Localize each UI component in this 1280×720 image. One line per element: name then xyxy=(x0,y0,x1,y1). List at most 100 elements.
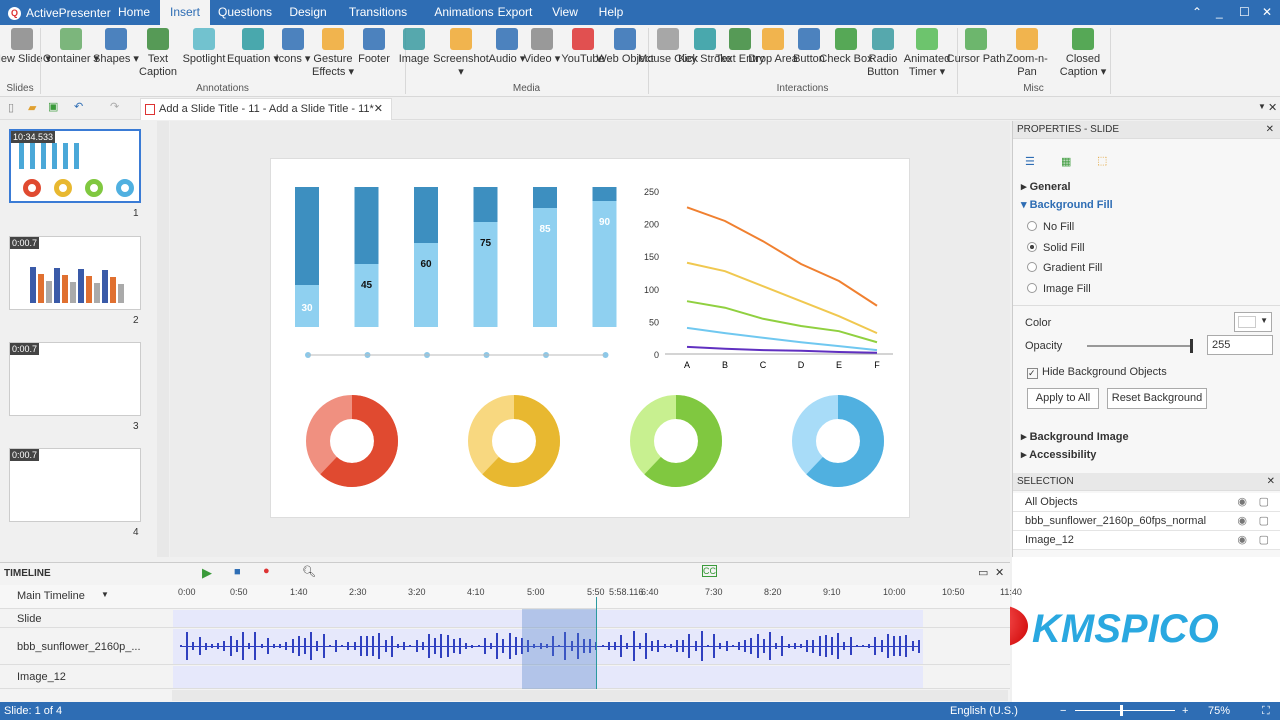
waveform-spike xyxy=(471,644,474,648)
menu-tab-transitions[interactable]: Transitions xyxy=(336,0,420,25)
fill-option-gradient-fill[interactable]: Gradient Fill xyxy=(1027,262,1102,274)
slide-thumbnail[interactable]: 0:00.7 xyxy=(9,342,141,416)
thumb-bar xyxy=(46,281,52,303)
playhead[interactable] xyxy=(596,597,597,689)
visibility-icon[interactable]: ◉ xyxy=(1237,495,1247,508)
radio-icon[interactable] xyxy=(1027,241,1037,252)
opacity-slider[interactable] xyxy=(1087,339,1193,353)
waveform-spike xyxy=(769,631,771,661)
fit-icon[interactable]: ⛶ xyxy=(1262,702,1270,720)
zoom-pan-button[interactable]: Zoom-n-Pan xyxy=(997,28,1057,79)
timeline-scrollbar[interactable] xyxy=(172,690,1008,701)
timeline-selection-range[interactable] xyxy=(522,609,597,689)
section-background-image[interactable]: ▸ Background Image xyxy=(1021,430,1129,443)
effects-tab-icon[interactable]: ⬚ xyxy=(1097,154,1107,167)
zoom-in-status-icon[interactable]: + xyxy=(1182,702,1188,720)
selection-item[interactable]: All Objects ◉ ▢ xyxy=(1013,493,1280,512)
slide-thumbnail[interactable]: 0:00.7 xyxy=(9,236,141,310)
bar-value-label: 75 xyxy=(480,238,492,249)
waveform-spike xyxy=(837,633,840,659)
waveform-spike xyxy=(235,639,238,653)
slide-thumbnail[interactable]: 0:00.7 xyxy=(9,448,141,522)
radio-icon[interactable] xyxy=(1027,221,1037,231)
cc-button[interactable]: Closed Caption ▾ xyxy=(1053,28,1113,79)
zoom-in-icon[interactable]: 🔍︎ xyxy=(302,565,316,578)
close-tab-icon[interactable]: ✕ xyxy=(374,99,383,120)
close-button[interactable]: ✕ xyxy=(1262,5,1272,19)
thumb-donut xyxy=(23,179,41,197)
zoom-out-icon[interactable]: − xyxy=(1060,702,1066,720)
waveform-spike xyxy=(843,641,846,651)
section-general[interactable]: ▸ General xyxy=(1021,180,1071,193)
minimize-button[interactable]: _ xyxy=(1216,5,1223,19)
stop-icon[interactable]: ■ xyxy=(234,566,241,578)
menu-tab-export[interactable]: Export xyxy=(487,0,543,25)
undo-icon[interactable]: ↶ xyxy=(74,100,83,113)
section-background-fill[interactable]: ▾ Background Fill xyxy=(1021,198,1113,211)
play-icon[interactable]: ▶ xyxy=(202,565,212,581)
x-tick-label: B xyxy=(722,360,728,370)
fill-option-no-fill[interactable]: No Fill xyxy=(1027,221,1074,233)
hide-background-checkbox[interactable]: ✓ Hide Background Objects xyxy=(1027,366,1167,379)
timeline-close-icon[interactable]: ✕ xyxy=(995,566,1004,579)
fill-option-solid-fill[interactable]: Solid Fill xyxy=(1027,241,1085,254)
menu-tab-questions[interactable]: Questions xyxy=(212,0,278,25)
timeline-pin-icon[interactable]: ▭ xyxy=(978,566,988,579)
waveform-spike xyxy=(459,637,461,655)
general-tab-icon[interactable]: ☰ xyxy=(1025,155,1035,168)
slide[interactable]: 🔈︎304560758590250200150100500ABCDEF xyxy=(270,158,910,518)
lock-icon[interactable]: ▢ xyxy=(1259,495,1269,508)
fill-tab-icon[interactable]: ▦ xyxy=(1061,155,1071,168)
waveform-spike xyxy=(186,631,189,661)
menu-tab-insert[interactable]: Insert xyxy=(160,0,210,25)
document-tab[interactable]: Add a Slide Title - 11 - Add a Slide Tit… xyxy=(140,98,392,120)
visibility-icon[interactable]: ◉ xyxy=(1237,514,1247,527)
maximize-button[interactable]: ☐ xyxy=(1239,5,1250,19)
record-icon[interactable]: ● xyxy=(263,565,270,577)
radio-icon[interactable] xyxy=(1027,262,1037,273)
slide-thumbnail[interactable]: 10:34.533 xyxy=(9,129,141,203)
new-file-icon[interactable]: ▯ xyxy=(8,101,14,114)
menu-tab-help[interactable]: Help xyxy=(588,0,634,25)
selection-close-icon[interactable]: ✕ xyxy=(1267,473,1275,491)
menu-tab-view[interactable]: View xyxy=(546,0,584,25)
opacity-input[interactable]: 255 xyxy=(1207,335,1273,355)
pi-icon xyxy=(242,28,264,50)
selection-item[interactable]: Image_12 ◉ ▢ xyxy=(1013,531,1280,550)
waveform-spike xyxy=(713,634,716,658)
thumb-donut xyxy=(116,179,134,197)
menu-tab-design[interactable]: Design xyxy=(281,0,335,25)
panel-close-icon[interactable]: ✕ xyxy=(1268,101,1277,114)
menu-tab-home[interactable]: Home xyxy=(103,0,165,25)
save-icon[interactable]: ▣ xyxy=(48,100,58,113)
ribbon-collapse-icon[interactable]: ⌃ xyxy=(1192,5,1202,19)
thumb-bar xyxy=(30,143,35,169)
apply-to-all-button[interactable]: Apply to All xyxy=(1027,388,1099,409)
waveform-spike xyxy=(248,642,251,650)
lock-icon[interactable]: ▢ xyxy=(1259,533,1269,546)
properties-close-icon[interactable]: ✕ xyxy=(1266,121,1274,139)
waveform-spike xyxy=(682,640,685,652)
language-indicator[interactable]: English (U.S.) xyxy=(950,702,1018,720)
fill-option-image-fill[interactable]: Image Fill xyxy=(1027,283,1091,295)
reset-background-button[interactable]: Reset Background xyxy=(1107,388,1207,409)
redo-icon[interactable]: ↷ xyxy=(110,100,119,113)
waveform-spike xyxy=(291,638,294,654)
zoom-slider[interactable] xyxy=(1075,705,1175,716)
waveform-spike xyxy=(446,635,449,657)
visibility-icon[interactable]: ◉ xyxy=(1237,533,1247,546)
waveform-spike xyxy=(607,641,610,651)
timeline-dropdown-icon[interactable]: ▼ xyxy=(101,590,109,599)
panel-menu-icon[interactable]: ▼ xyxy=(1258,102,1266,111)
cc-timeline-icon[interactable]: CC xyxy=(702,565,717,577)
app-title: ActivePresenter xyxy=(26,6,111,20)
color-picker[interactable]: ▼ xyxy=(1234,312,1272,332)
section-accessibility[interactable]: ▸ Accessibility xyxy=(1021,448,1096,461)
slide-content: 🔈︎304560758590250200150100500ABCDEF xyxy=(295,181,893,487)
thumbnails-scrollbar[interactable] xyxy=(157,121,169,557)
radio-icon[interactable] xyxy=(1027,283,1037,294)
selection-item[interactable]: bbb_sunflower_2160p_60fps_normal ◉ ▢ xyxy=(1013,512,1280,531)
lock-icon[interactable]: ▢ xyxy=(1259,514,1269,527)
open-file-icon[interactable]: ▰ xyxy=(28,101,36,114)
thumb-bar xyxy=(74,143,79,169)
